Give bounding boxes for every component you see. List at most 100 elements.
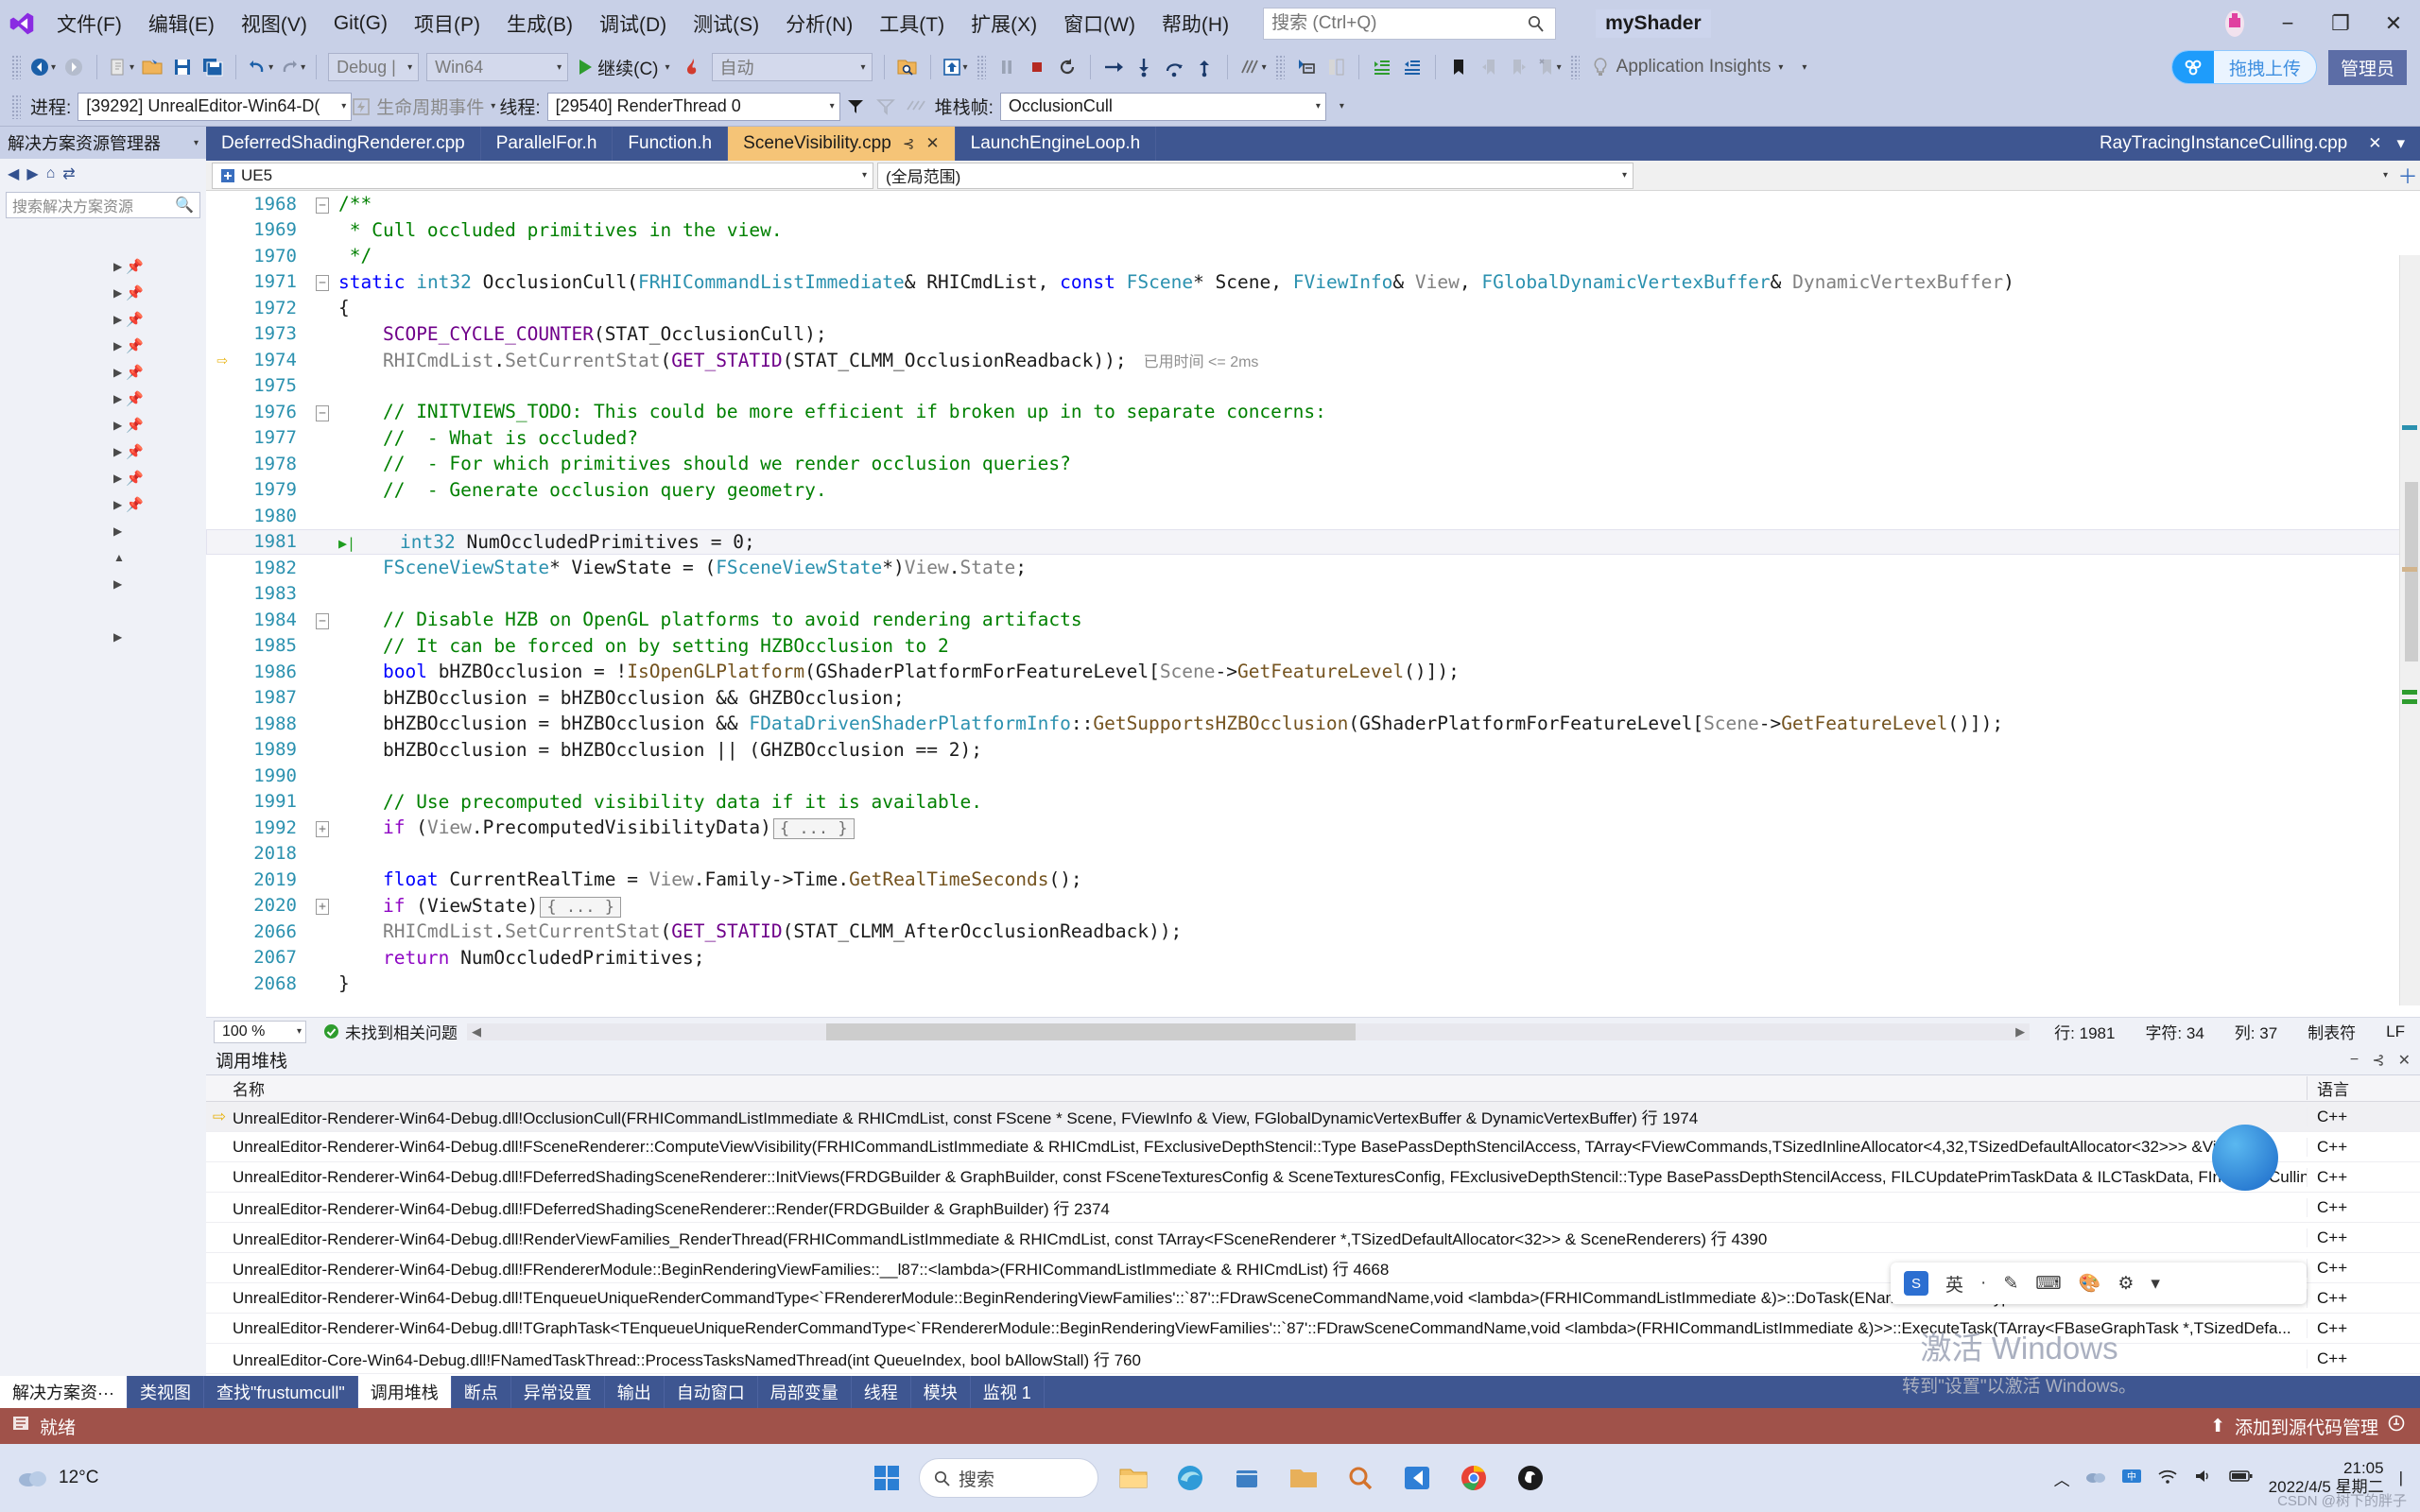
scroll-left-icon[interactable]: ◀: [467, 1023, 486, 1040]
call-stack-row[interactable]: UnrealEditor-Renderer-Win64-Debug.dll!FS…: [206, 1132, 2420, 1162]
code-line[interactable]: 1986 bool bHZBOcclusion = !IsOpenGLPlatf…: [206, 659, 2420, 685]
bottom-tab-locals[interactable]: 局部变量: [757, 1376, 852, 1408]
restore-frame-icon[interactable]: [901, 92, 931, 122]
solution-explorer-tree[interactable]: ▶ 📌 ▶ 📌 ▶ 📌 ▶ 📌 ▶ 📌 ▶ 📌 ▶ 📌 ▶ 📌 ▶ 📌 ▶ 📌 ▶ ▲ ▶ ▶: [0, 221, 206, 650]
tree-item[interactable]: ▶ 📌: [0, 333, 206, 359]
tree-item[interactable]: ▶ 📌: [0, 491, 206, 518]
code-line[interactable]: 2018: [206, 841, 2420, 868]
menu-debug[interactable]: 调试(D): [586, 0, 680, 47]
tree-item[interactable]: ▶ 📌: [0, 412, 206, 438]
pin-tab-icon[interactable]: ⊰: [903, 135, 915, 152]
editor-tab-launchengineloop[interactable]: LaunchEngineLoop.h: [955, 127, 1157, 161]
code-lines-container[interactable]: 1968−/** 1969 * Cull occluded primitives …: [206, 191, 2420, 1005]
save-button[interactable]: [167, 52, 198, 82]
menu-view[interactable]: 视图(V): [228, 0, 320, 47]
toggle-bookmark-icon[interactable]: [1443, 52, 1474, 82]
code-text[interactable]: static int32 OcclusionCull(FRHICommandLi…: [333, 271, 2014, 293]
code-line[interactable]: 1992 + if (View.PrecomputedVisibilityData…: [206, 815, 2420, 841]
code-line[interactable]: 1976− // INITVIEWS_TODO: This could be m…: [206, 399, 2420, 425]
call-stack-row[interactable]: UnrealEditor-Renderer-Win64-Debug.dll!Re…: [206, 1223, 2420, 1253]
stack-frame-combo[interactable]: OcclusionCull ▾: [999, 92, 1326, 121]
code-text[interactable]: }: [333, 972, 350, 994]
code-line[interactable]: 1989 bHZBOcclusion = bHZBOcclusion || (G…: [206, 737, 2420, 764]
close-right-tab-icon[interactable]: ✕: [2360, 134, 2389, 153]
taskbar-search[interactable]: 搜索: [919, 1458, 1098, 1498]
code-line[interactable]: 1982 FSceneViewState* ViewState = (FScen…: [206, 555, 2420, 581]
solution-explorer-search[interactable]: 搜索解决方案资源 🔍: [6, 192, 200, 218]
panel-pin-icon[interactable]: ⊰: [2372, 1051, 2384, 1070]
search-icon[interactable]: 🔍: [175, 196, 194, 215]
code-line[interactable]: 2019 float CurrentRealTime = View.Family…: [206, 867, 2420, 893]
lifecycle-events-button[interactable]: 生命周期事件 ▾: [352, 94, 495, 119]
menu-analyze[interactable]: 分析(N): [772, 0, 866, 47]
sync-icon[interactable]: ⇄: [62, 164, 75, 183]
navbar-add-icon[interactable]: ＋: [2395, 162, 2420, 190]
code-line[interactable]: 1979 // - Generate occlusion query geome…: [206, 477, 2420, 504]
ime-pen-icon[interactable]: ✎: [2003, 1273, 2018, 1295]
pause-debug-button[interactable]: [992, 52, 1022, 82]
code-line[interactable]: 1972 {: [206, 295, 2420, 321]
toolbar-grip[interactable]: [11, 94, 21, 119]
ime-language-label[interactable]: 英: [1945, 1271, 1963, 1297]
chevron-right-icon[interactable]: ▶: [113, 419, 122, 432]
code-text[interactable]: bHZBOcclusion = bHZBOcclusion && GHZBOcc…: [333, 687, 905, 709]
bottom-tab-autos[interactable]: 自动窗口: [664, 1376, 758, 1408]
chevron-right-icon[interactable]: ▶: [113, 577, 122, 591]
redo-button[interactable]: ▾: [276, 52, 308, 82]
code-line[interactable]: 1991 // Use precomputed visibility data …: [206, 789, 2420, 816]
decrease-indent-icon[interactable]: [1397, 52, 1427, 82]
right-document-tab[interactable]: RayTracingInstanceCulling.cpp: [2086, 133, 2360, 154]
editor-tab-scenevisibility[interactable]: SceneVisibility.cpp ⊰ ✕: [728, 127, 956, 161]
column-header-name[interactable]: 名称: [206, 1076, 2307, 1100]
code-line[interactable]: 1988 bHZBOcclusion = bHZBOcclusion && FD…: [206, 711, 2420, 737]
fold-toggle[interactable]: −: [312, 196, 333, 214]
flag-just-my-code-icon[interactable]: [840, 92, 871, 122]
code-line[interactable]: 1973 SCOPE_CYCLE_COUNTER(STAT_OcclusionC…: [206, 321, 2420, 348]
vscode-icon[interactable]: [1395, 1456, 1439, 1500]
tab-options-icon[interactable]: ▾: [2389, 134, 2412, 153]
clear-bookmarks-icon[interactable]: ▾: [1534, 52, 1564, 82]
thread-combo[interactable]: [29540] RenderThread 0 ▾: [546, 92, 840, 121]
tree-item[interactable]: ▶ 📌: [0, 438, 206, 465]
code-text[interactable]: // It can be forced on by setting HZBOcc…: [333, 635, 949, 657]
ime-more-icon[interactable]: ▾: [2151, 1273, 2160, 1295]
step-into-icon[interactable]: [1129, 52, 1159, 82]
navbar-project-combo[interactable]: UE5 ▾: [212, 162, 873, 189]
start-button-icon[interactable]: [868, 1459, 906, 1497]
code-text[interactable]: RHICmdList.SetCurrentStat(GET_STATID(STA…: [333, 920, 1182, 942]
code-line[interactable]: 1969 * Cull occluded primitives in the v…: [206, 217, 2420, 244]
toolbar-grip[interactable]: [1569, 55, 1580, 79]
code-line[interactable]: 1977 // - What is occluded?: [206, 425, 2420, 452]
baidu-upload-widget[interactable]: 拖拽上传: [2170, 50, 2317, 84]
code-line[interactable]: 1990: [206, 763, 2420, 789]
menu-help[interactable]: 帮助(H): [1149, 0, 1242, 47]
chevron-right-icon[interactable]: ▶: [113, 472, 122, 485]
call-stack-row[interactable]: UnrealEditor-Renderer-Win64-Debug.dll!FD…: [206, 1193, 2420, 1223]
tree-item[interactable]: ▶ 📌: [0, 306, 206, 333]
fold-toggle[interactable]: −: [312, 273, 333, 292]
chrome-icon[interactable]: [1452, 1456, 1495, 1500]
navigate-forward-button[interactable]: [59, 52, 89, 82]
global-search-box[interactable]: [1263, 8, 1557, 40]
scroll-right-icon[interactable]: ▶: [2011, 1023, 2030, 1040]
code-text[interactable]: // INITVIEWS_TODO: This could be more ef…: [333, 401, 1326, 422]
stop-debug-button[interactable]: [1022, 52, 1052, 82]
continue-debug-button[interactable]: 继续(C) ▾: [572, 52, 677, 82]
editor-vertical-scrollbar[interactable]: [2399, 255, 2420, 1005]
search-everywhere-icon[interactable]: [1339, 1456, 1382, 1500]
code-line[interactable]: ⇨ 1974 RHICmdList.SetCurrentStat(GET_STAT…: [206, 347, 2420, 373]
code-text[interactable]: // Use precomputed visibility data if it…: [333, 791, 982, 813]
previous-bookmark-icon[interactable]: [1474, 52, 1504, 82]
sogou-logo-icon[interactable]: S: [1904, 1271, 1928, 1296]
tree-item[interactable]: ▶: [0, 518, 206, 544]
call-stack-row[interactable]: UnrealEditor-Core-Win64-Debug.dll!FNamed…: [206, 1344, 2420, 1374]
bottom-tab-modules[interactable]: 模块: [910, 1376, 971, 1408]
step-over-icon[interactable]: [1098, 52, 1129, 82]
edge-icon[interactable]: [1168, 1456, 1212, 1500]
ime-palette-icon[interactable]: 🎨: [2079, 1272, 2101, 1295]
bottom-tab-find-results[interactable]: 查找"frustumcull": [203, 1376, 358, 1408]
code-text[interactable]: if (ViewState){ ... }: [333, 895, 621, 918]
code-text[interactable]: float CurrentRealTime = View.Family->Tim…: [333, 868, 1082, 890]
scrollbar-thumb[interactable]: [2405, 482, 2418, 662]
toolbar-grip[interactable]: [1274, 55, 1285, 79]
